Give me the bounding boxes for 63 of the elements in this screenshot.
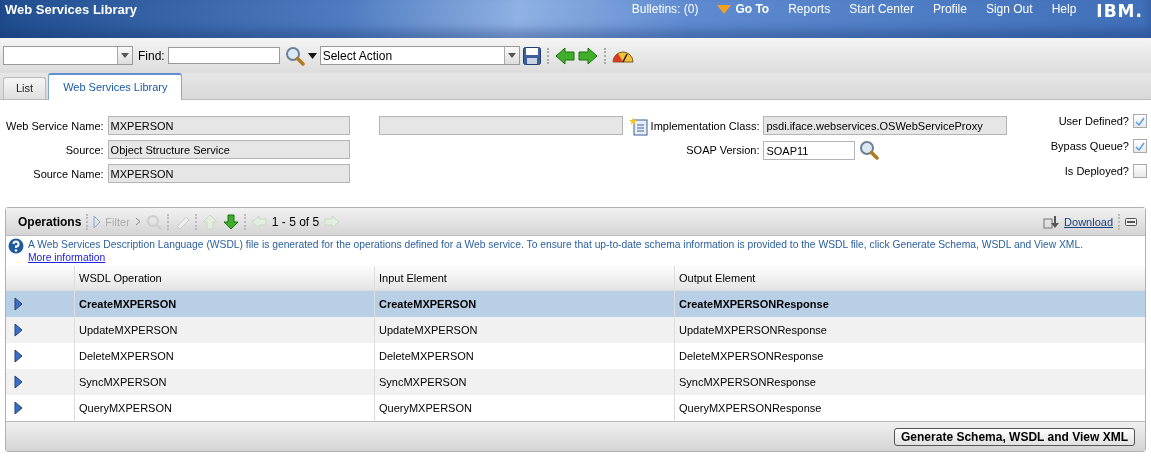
pager-text: 1 - 5 of 5: [271, 214, 320, 229]
column-header[interactable]: Input Element: [374, 266, 674, 290]
triangle-icon: [93, 214, 102, 229]
checkbox[interactable]: [1133, 139, 1147, 153]
expand-triangle-icon[interactable]: [14, 401, 23, 415]
nav-link[interactable]: Reports: [788, 2, 831, 16]
checkbox[interactable]: [1133, 164, 1147, 178]
app-title: Web Services Library: [4, 1, 138, 17]
checkmark-icon: [1135, 141, 1145, 151]
checkbox-label: User Defined?: [1057, 115, 1129, 127]
tab[interactable]: List: [3, 77, 47, 99]
nav-link[interactable]: Start Center: [849, 2, 914, 16]
text-field[interactable]: psdi.iface.webservices.OSWebServiceProxy: [763, 116, 1008, 135]
expand-triangle-icon[interactable]: [14, 375, 23, 389]
table-row[interactable]: SyncMXPERSON SyncMXPERSON SyncMXPERSONResponse: [6, 369, 1145, 395]
action-select[interactable]: Select Action: [319, 46, 520, 65]
field-label: Source Name:: [32, 167, 104, 180]
checkbox-label: Is Deployed?: [1063, 165, 1129, 177]
checkbox[interactable]: [1133, 114, 1147, 128]
minimize-icon[interactable]: [1125, 217, 1137, 226]
section-title: Operations: [18, 214, 82, 229]
column-header[interactable]: WSDL Operation: [74, 266, 374, 290]
search-icon[interactable]: [284, 45, 305, 66]
caret-icon: [717, 4, 732, 14]
checkbox-label: Bypass Queue?: [1050, 140, 1129, 152]
checkmark-icon: [1135, 116, 1145, 126]
search-icon[interactable]: [859, 140, 880, 160]
gauge-icon[interactable]: [611, 48, 634, 63]
text-field[interactable]: Object Structure Service: [107, 140, 350, 159]
back-arrow-icon[interactable]: [554, 46, 575, 65]
table-row[interactable]: UpdateMXPERSON UpdateMXPERSON UpdateMXPERSONResponse: [6, 317, 1145, 343]
document-star-icon[interactable]: [628, 116, 649, 136]
expand-triangle-icon[interactable]: [14, 297, 23, 311]
text-field[interactable]: MXPERSON: [107, 116, 350, 135]
forward-arrow-icon[interactable]: [577, 46, 598, 65]
down-arrow-icon[interactable]: [222, 213, 239, 230]
info-text: A Web Services Description Language (WSDL) file is generated for the operations defined for a Web service. To ensure that up-to-date schema information is provided to the WSDL file, click Generate Schema, WSDL and View XML.: [28, 239, 1083, 250]
save-icon[interactable]: [522, 46, 541, 65]
logo: IBM.: [1096, 0, 1144, 21]
field-label: Source:: [64, 143, 104, 156]
nav-link[interactable]: Profile: [932, 2, 967, 16]
chevron-icon[interactable]: [134, 217, 141, 226]
nav-link[interactable]: Sign Out: [985, 2, 1033, 16]
tab[interactable]: Web Services Library: [48, 73, 183, 100]
table-row[interactable]: CreateMXPERSON CreateMXPERSON CreateMXPERSONResponse: [6, 291, 1145, 317]
download-icon[interactable]: [1043, 214, 1060, 229]
text-field[interactable]: [378, 116, 623, 135]
download-link[interactable]: Download: [1064, 215, 1113, 228]
text-field[interactable]: MXPERSON: [107, 164, 350, 183]
field-label: Implementation Class:: [650, 119, 760, 132]
field-label: Web Service Name:: [6, 119, 104, 132]
column-header[interactable]: Output Element: [674, 266, 1145, 290]
nav-link[interactable]: Help: [1051, 2, 1077, 16]
field-label: SOAP Version:: [685, 144, 760, 156]
find-field[interactable]: [167, 47, 280, 64]
find-label: Find:: [138, 48, 165, 63]
generate-button[interactable]: Generate Schema, WSDL and View XML: [894, 427, 1135, 446]
expand-triangle-icon[interactable]: [14, 349, 23, 363]
caret-icon[interactable]: [307, 52, 317, 59]
text-field[interactable]: SOAP11: [763, 140, 856, 160]
more-information-link[interactable]: More information: [28, 252, 106, 263]
goto-menu[interactable]: Go To: [717, 2, 770, 16]
expand-triangle-icon[interactable]: [14, 323, 23, 337]
